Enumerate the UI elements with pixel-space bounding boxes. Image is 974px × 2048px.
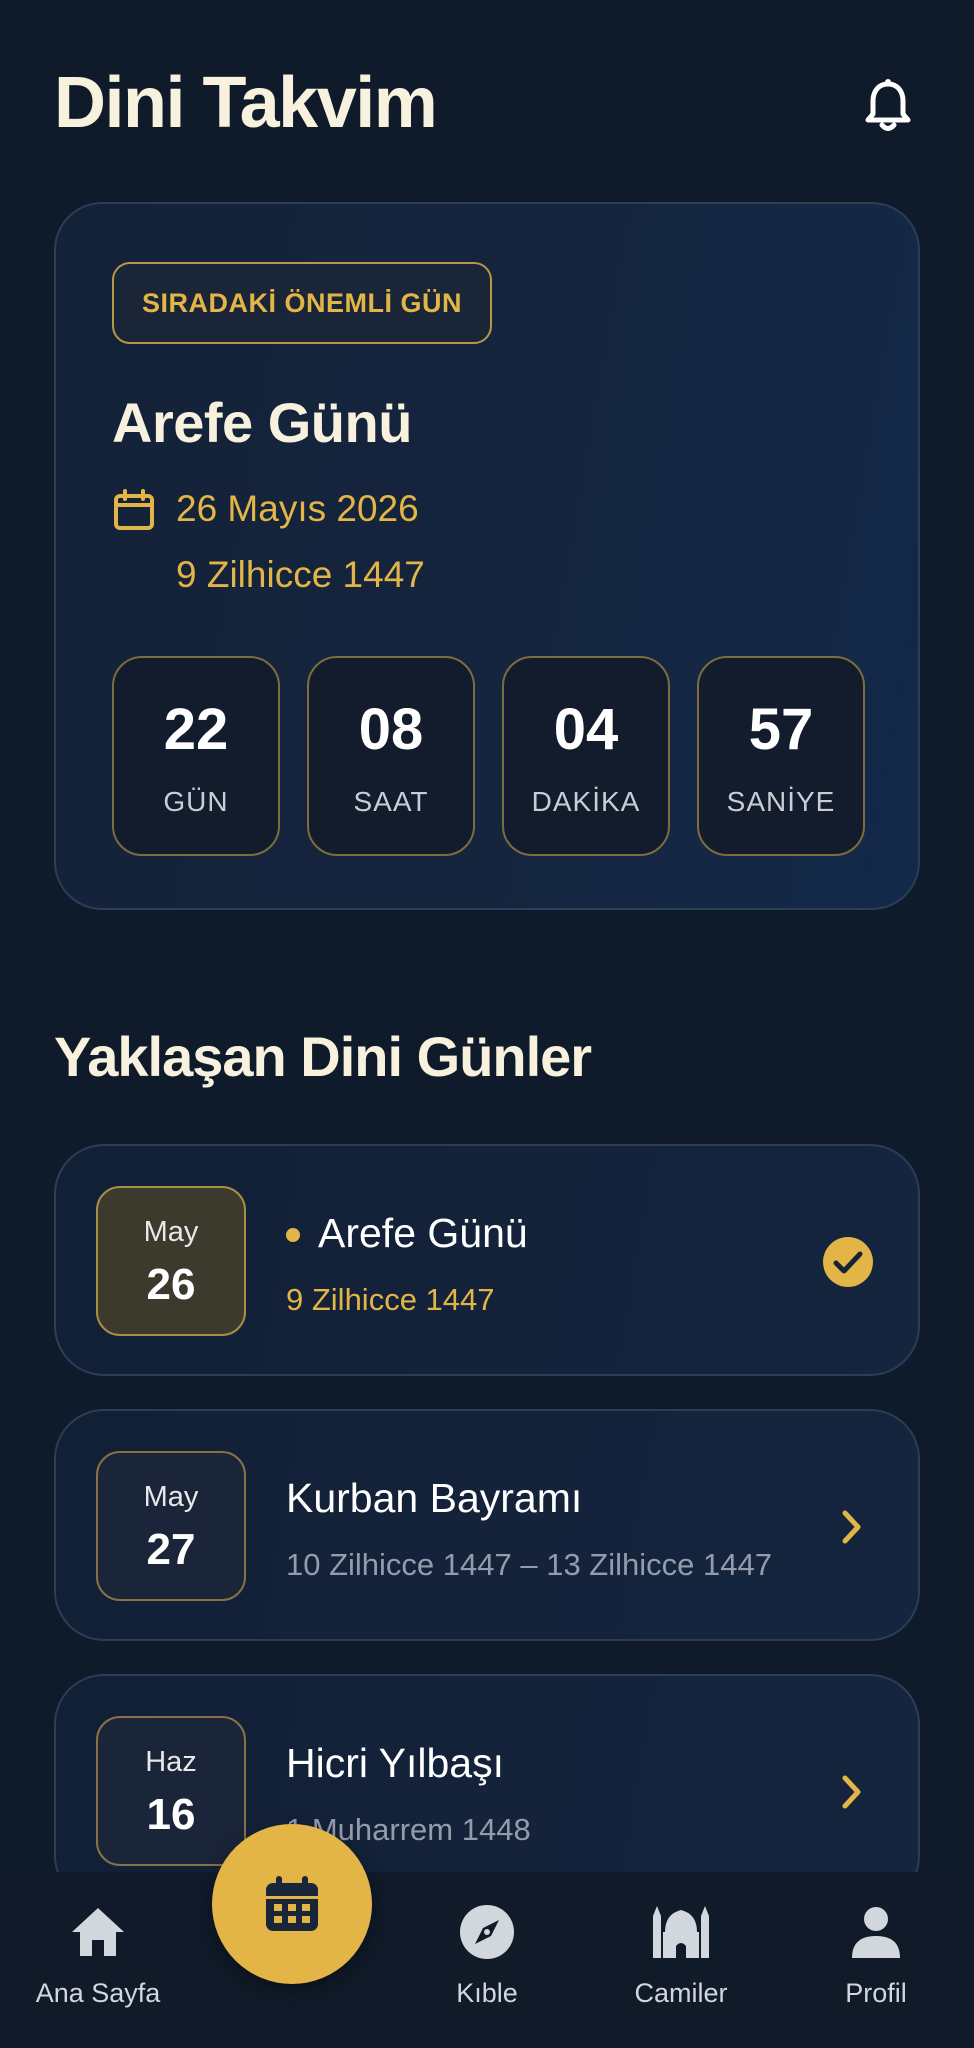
event-day: 27 [146,1525,196,1574]
event-day: 16 [146,1790,196,1839]
countdown: 22 GÜN 08 SAAT 04 DAKİKA 57 SANİYE [112,656,868,856]
event-month: Haz [145,1746,197,1778]
countdown-label: DAKİKA [531,786,641,817]
check-circle-icon [823,1237,873,1287]
countdown-label: SANİYE [726,786,836,817]
nav-item-home[interactable]: Ana Sayfa [8,1902,188,2022]
countdown-value: 57 [748,697,814,762]
home-icon [72,1908,124,1956]
event-item-arefe[interactable]: May 26 Arefe Günü 9 Zilhicce 1447 [54,1144,920,1376]
featured-gregorian-date: 26 Mayıs 2026 [176,488,419,529]
featured-hijri-date: 9 Zilhicce 1447 [176,554,425,595]
event-month: May [143,1481,199,1513]
featured-title: Arefe Günü [112,391,412,454]
header: Dini Takvim [54,62,920,152]
countdown-seconds: 57 SANİYE [697,656,865,856]
countdown-value: 08 [358,697,424,762]
countdown-value: 04 [553,697,619,762]
countdown-minutes: 04 DAKİKA [502,656,670,856]
page-title: Dini Takvim [54,63,438,143]
screen: Dini Takvim SIRADAKİ ÖNEMLİ GÜN Arefe Gü… [0,0,974,2048]
countdown-label: GÜN [163,786,229,817]
countdown-hours: 08 SAAT [307,656,475,856]
event-title: Hicri Yılbaşı [286,1740,504,1786]
event-day: 26 [146,1260,196,1309]
event-subtitle: 9 Zilhicce 1447 [286,1282,495,1317]
calendar-fab-button[interactable] [212,1824,372,1984]
compass-icon [460,1905,514,1959]
person-icon [852,1907,900,1958]
next-important-day-card[interactable]: SIRADAKİ ÖNEMLİ GÜN Arefe Günü 26 Mayıs … [54,202,920,910]
nav-label: Kıble [456,1978,518,2008]
event-date-box: May 26 [96,1186,246,1336]
chevron-right-icon [842,1775,861,1809]
countdown-label: SAAT [353,786,429,817]
event-item-kurban-bayrami[interactable]: May 27 Kurban Bayramı 10 Zilhicce 1447 –… [54,1409,920,1641]
nav-item-mosques[interactable]: Camiler [591,1902,771,2022]
chevron-right-icon [842,1510,861,1544]
nav-label: Profil [845,1978,907,2008]
event-month: May [143,1216,199,1248]
event-date-box: May 27 [96,1451,246,1601]
notifications-button[interactable] [856,74,920,138]
mosque-icon [653,1906,709,1958]
event-date-box: Haz 16 [96,1716,246,1866]
nav-label: Camiler [634,1978,728,2008]
countdown-days: 22 GÜN [112,656,280,856]
section-title: Yaklaşan Dini Günler [54,1025,592,1088]
calendar-icon [114,489,154,530]
bottom-navigation: Ana Sayfa Kıble Camiler Profil [0,1872,974,2048]
bell-icon [865,79,911,131]
next-day-badge: SIRADAKİ ÖNEMLİ GÜN [112,262,492,344]
active-dot-icon [286,1228,300,1242]
countdown-value: 22 [163,697,229,762]
event-title: Arefe Günü [318,1210,528,1256]
calendar-icon [266,1876,318,1931]
nav-item-qibla[interactable]: Kıble [397,1902,577,2022]
event-title: Kurban Bayramı [286,1475,583,1521]
nav-item-profile[interactable]: Profil [786,1902,966,2022]
event-subtitle: 10 Zilhicce 1447 – 13 Zilhicce 1447 [286,1547,772,1582]
nav-label: Ana Sayfa [35,1978,161,2008]
